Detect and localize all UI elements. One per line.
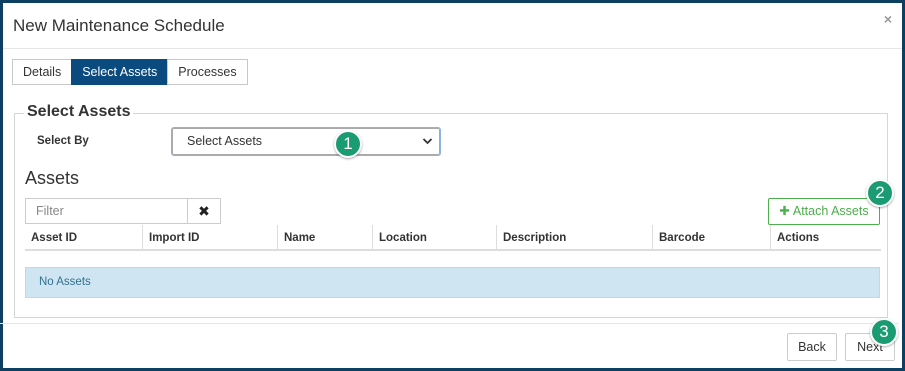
select-assets-legend: Select Assets — [24, 103, 134, 121]
plus-icon: ✚ — [779, 204, 790, 218]
tab-processes[interactable]: Processes — [167, 59, 248, 85]
tab-bar: Details Select Assets Processes — [12, 59, 248, 85]
empty-table-message: No Assets — [25, 267, 880, 298]
tab-details[interactable]: Details — [12, 59, 73, 85]
callout-badge-3: 3 — [870, 318, 898, 346]
callout-badge-1: 1 — [334, 130, 362, 158]
clear-filter-button[interactable]: ✖ — [187, 198, 221, 224]
callout-badge-2: 2 — [866, 179, 894, 207]
column-barcode[interactable]: Barcode — [652, 225, 770, 251]
select-by-dropdown[interactable]: Select Assets — [172, 128, 440, 155]
column-import-id[interactable]: Import ID — [142, 225, 277, 251]
back-button[interactable]: Back — [787, 333, 837, 361]
tab-select-assets[interactable]: Select Assets — [71, 59, 169, 85]
modal-header: New Maintenance Schedule × — [3, 3, 902, 49]
column-description[interactable]: Description — [496, 225, 652, 251]
modal-title: New Maintenance Schedule — [13, 16, 225, 35]
footer-divider — [0, 323, 899, 324]
column-location[interactable]: Location — [372, 225, 496, 251]
column-name[interactable]: Name — [277, 225, 372, 251]
select-by-value: Select Assets — [187, 134, 263, 148]
attach-assets-label: Attach Assets — [792, 204, 869, 218]
column-asset-id[interactable]: Asset ID — [25, 225, 142, 251]
attach-assets-button[interactable]: ✚ Attach Assets — [768, 198, 880, 225]
select-by-label: Select By — [37, 135, 89, 147]
close-icon: ✖ — [198, 203, 210, 219]
close-icon[interactable]: × — [884, 11, 892, 27]
assets-heading: Assets — [25, 168, 80, 188]
assets-table-header: Asset ID Import ID Name Location Descrip… — [25, 225, 881, 251]
filter-input[interactable] — [25, 198, 188, 224]
chevron-down-icon — [422, 129, 433, 163]
column-actions: Actions — [770, 225, 881, 251]
